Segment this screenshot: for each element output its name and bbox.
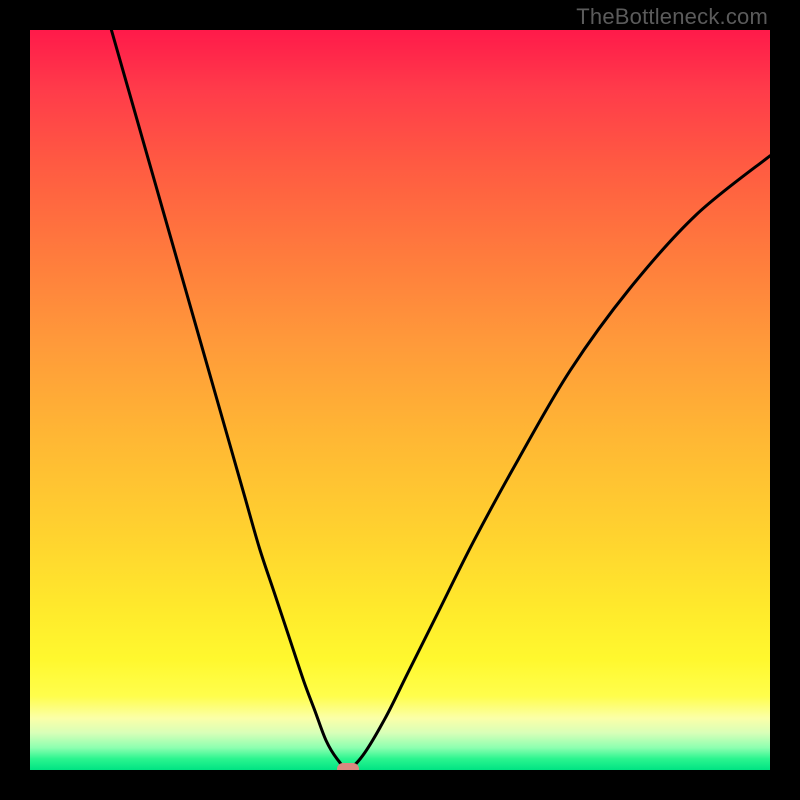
bottleneck-curve	[30, 30, 770, 770]
chart-frame: TheBottleneck.com	[0, 0, 800, 800]
plot-area	[30, 30, 770, 770]
minimum-marker	[337, 763, 359, 770]
watermark-text: TheBottleneck.com	[576, 4, 768, 30]
